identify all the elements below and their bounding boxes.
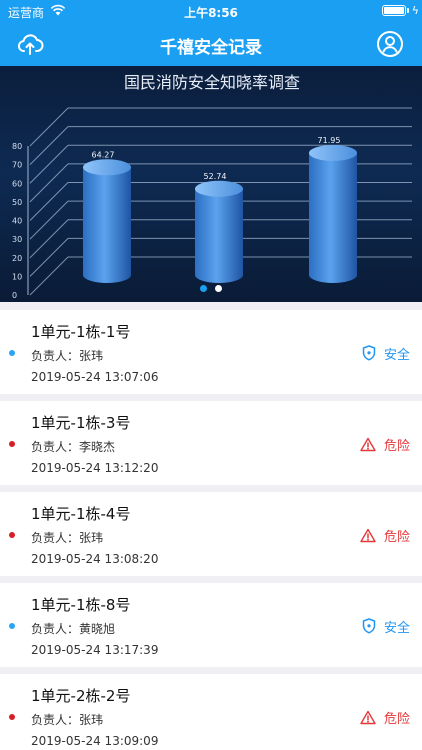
status-badge: 危险	[360, 526, 410, 545]
record-time: 2019-05-24 13:17:39	[31, 643, 159, 657]
status-label: 危险	[383, 711, 410, 727]
person-name: 张玮	[79, 713, 104, 727]
grid-line	[29, 107, 69, 147]
grid-line	[29, 163, 69, 203]
person-name: 张玮	[79, 349, 104, 363]
record-name: 1单元-1栋-4号	[31, 505, 131, 523]
record-person: 负责人：张玮	[31, 529, 103, 546]
carousel-dot[interactable]	[200, 285, 207, 292]
record-card[interactable]: 1单元-1栋-8号 负责人：黄晓旭 2019-05-24 13:17:39 安全	[0, 583, 422, 667]
status-label: 安全	[383, 620, 410, 636]
grid-line	[29, 200, 69, 240]
status-dot	[9, 714, 15, 720]
person-name: 张玮	[79, 531, 104, 545]
status-badge: 安全	[362, 617, 410, 636]
warning-icon	[360, 710, 384, 725]
chart-title: 国民消防安全知晓率调查	[124, 73, 300, 92]
status-label: 危险	[383, 438, 410, 454]
record-name: 1单元-1栋-1号	[31, 323, 131, 341]
person-name: 黄晓旭	[79, 622, 116, 636]
page-title: 千禧安全记录	[160, 38, 262, 58]
shield-icon	[362, 345, 384, 361]
bar-value-label: 64.27	[92, 150, 115, 159]
banner-carousel[interactable]: 国民消防安全知晓率调查 0 10 20 30 40 50 60 70 80 64.27 52.74…	[0, 66, 422, 302]
record-card[interactable]: 1单元-1栋-3号 负责人：李晓杰 2019-05-24 13:12:20 危险	[0, 401, 422, 485]
status-dot	[9, 532, 15, 538]
shield-icon	[362, 618, 384, 634]
grid-line	[29, 126, 69, 165]
y-tick-label: 50	[12, 198, 22, 207]
status-dot	[9, 441, 15, 447]
status-label: 安全	[383, 347, 410, 363]
grid-line	[29, 219, 69, 259]
status-badge: 危险	[360, 435, 410, 454]
survey-chart: 国民消防安全知晓率调查 0 10 20 30 40 50 60 70 80 64.27 52.74…	[12, 73, 412, 300]
bar-value-label: 52.74	[204, 172, 227, 181]
grid-line	[29, 144, 69, 184]
bar	[309, 144, 357, 283]
record-person: 负责人：张玮	[31, 347, 103, 364]
record-card[interactable]: 1单元-1栋-1号 负责人：张玮 2019-05-24 13:07:06 安全	[0, 310, 422, 394]
user-circle-icon[interactable]	[376, 30, 404, 58]
person-label: 负责人：	[31, 440, 80, 454]
carousel-dots[interactable]	[0, 285, 422, 292]
y-tick-label: 60	[12, 179, 22, 188]
status-label: 危险	[383, 529, 410, 545]
record-person: 负责人：李晓杰	[31, 438, 115, 455]
record-card[interactable]: 1单元-1栋-4号 负责人：张玮 2019-05-24 13:08:20 危险	[0, 492, 422, 576]
nav-bar: 千禧安全记录	[0, 22, 422, 66]
status-dot	[9, 350, 15, 356]
person-label: 负责人：	[31, 531, 80, 545]
record-person: 负责人：黄晓旭	[31, 620, 115, 637]
clock: 上午8:56	[184, 6, 238, 20]
person-label: 负责人：	[31, 622, 80, 636]
status-badge: 危险	[360, 708, 410, 727]
bar	[83, 159, 131, 283]
record-name: 1单元-1栋-8号	[31, 596, 131, 614]
record-time: 2019-05-24 13:12:20	[31, 461, 159, 475]
y-tick-label: 20	[12, 254, 22, 263]
record-name: 1单元-1栋-3号	[31, 414, 131, 432]
person-label: 负责人：	[31, 349, 80, 363]
record-name: 1单元-2栋-2号	[31, 687, 131, 705]
record-person: 负责人：张玮	[31, 711, 103, 728]
record-time: 2019-05-24 13:08:20	[31, 552, 159, 566]
status-bar: 运营商 上午8:56 ϟ	[0, 0, 422, 22]
grid-line	[29, 238, 69, 277]
warning-icon	[360, 528, 384, 543]
y-tick-label: 70	[12, 161, 22, 170]
status-badge: 安全	[362, 344, 410, 363]
y-tick-label: 80	[12, 142, 22, 151]
y-tick-label: 40	[12, 217, 22, 226]
bar-value-label: 71.95	[318, 136, 341, 145]
status-dot	[9, 623, 15, 629]
charging-icon: ϟ	[411, 4, 419, 17]
record-time: 2019-05-24 13:07:06	[31, 370, 159, 384]
battery-icon	[382, 5, 406, 16]
person-name: 李晓杰	[79, 440, 116, 454]
grid-line	[29, 182, 69, 221]
bar	[195, 180, 243, 283]
person-label: 负责人：	[31, 713, 80, 727]
warning-icon	[360, 437, 384, 452]
record-time: 2019-05-24 13:09:09	[31, 734, 159, 748]
top-bar: 运营商 上午8:56 ϟ 千禧安全记录	[0, 0, 422, 66]
carousel-dot[interactable]	[215, 285, 222, 292]
record-card[interactable]: 1单元-2栋-2号 负责人：张玮 2019-05-24 13:09:09 危险	[0, 674, 422, 750]
y-tick-label: 10	[12, 272, 22, 281]
y-tick-label: 30	[12, 235, 22, 244]
y-tick-label: 0	[12, 291, 17, 300]
